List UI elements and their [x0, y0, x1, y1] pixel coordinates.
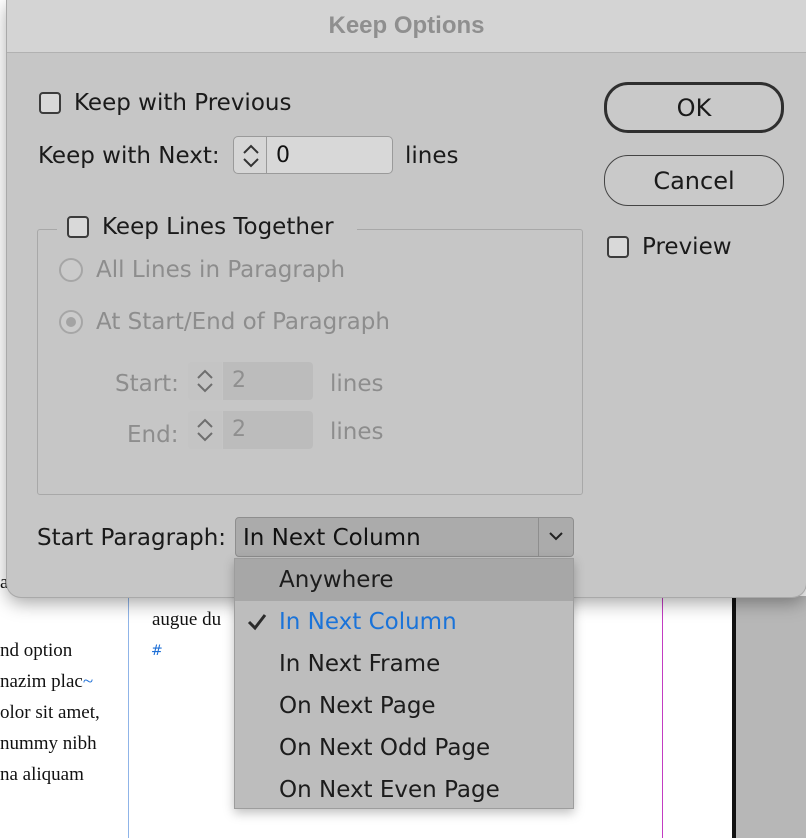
menu-item-in-next-frame[interactable]: In Next Frame: [235, 643, 573, 685]
menu-item-in-next-column[interactable]: In Next Column: [235, 601, 573, 643]
menu-item-label: In Next Column: [279, 609, 457, 635]
all-lines-label: All Lines in Paragraph: [96, 257, 346, 283]
start-lines-input[interactable]: 2: [223, 362, 313, 400]
keep-lines-together-label: Keep Lines Together: [102, 214, 334, 240]
keep-with-next-stepper[interactable]: [233, 136, 267, 174]
chevron-down-icon: [549, 532, 563, 541]
hidden-char-hash: #: [151, 643, 163, 659]
radio-selected-dot: [66, 317, 76, 327]
stepper-arrows-icon: [197, 418, 213, 442]
keep-options-dialog: Keep Options Keep with Previous Keep wit…: [7, 0, 806, 597]
start-lines-stepper[interactable]: [188, 362, 222, 400]
keep-with-previous-checkbox[interactable]: [39, 92, 61, 114]
menu-item-label: On Next Odd Page: [279, 735, 491, 761]
dialog-titlebar[interactable]: Keep Options: [7, 0, 806, 53]
menu-item-on-next-even-page[interactable]: On Next Even Page: [235, 769, 573, 811]
menu-item-label: Anywhere: [279, 567, 394, 593]
column-guide-left: [128, 596, 129, 838]
dialog-title: Keep Options: [328, 12, 485, 39]
stepper-arrows-icon: [243, 144, 259, 168]
keep-with-previous-label: Keep with Previous: [74, 90, 292, 116]
start-end-label: At Start/End of Paragraph: [96, 309, 390, 335]
preview-label: Preview: [642, 234, 732, 260]
end-lines-label: End:: [127, 422, 179, 448]
doc-text-line: augue du: [152, 609, 222, 630]
menu-item-label: In Next Frame: [279, 651, 441, 677]
ok-button[interactable]: OK: [604, 82, 784, 133]
start-paragraph-select[interactable]: In Next Column: [235, 517, 574, 557]
keep-with-next-input[interactable]: 0: [267, 136, 393, 174]
keep-with-next-label: Keep with Next:: [38, 143, 220, 169]
start-lines-label: Start:: [115, 371, 179, 397]
menu-item-anywhere[interactable]: Anywhere: [235, 559, 573, 601]
pasteboard-edge: [732, 596, 806, 838]
start-paragraph-menu: Anywhere In Next Column In Next Frame On…: [234, 558, 574, 809]
menu-item-on-next-page[interactable]: On Next Page: [235, 685, 573, 727]
keep-lines-together-checkbox[interactable]: [67, 216, 89, 238]
doc-text-line: na aliquam: [0, 764, 84, 785]
end-lines-stepper[interactable]: [188, 411, 222, 449]
menu-item-label: On Next Page: [279, 693, 436, 719]
start-paragraph-value: In Next Column: [243, 525, 421, 551]
all-lines-radio[interactable]: [59, 258, 83, 282]
menu-item-label: On Next Even Page: [279, 777, 500, 803]
cancel-button[interactable]: Cancel: [604, 155, 784, 206]
end-lines-input[interactable]: 2: [223, 411, 313, 449]
stepper-arrows-icon: [197, 369, 213, 393]
start-end-radio[interactable]: [59, 310, 83, 334]
checkmark-icon: [247, 614, 267, 631]
doc-text-line: nd option: [0, 640, 73, 661]
doc-text-line: nummy nibh: [0, 733, 97, 754]
preview-checkbox[interactable]: [607, 236, 629, 258]
select-toggle[interactable]: [538, 518, 573, 556]
start-paragraph-label: Start Paragraph:: [37, 525, 227, 551]
keep-with-next-unit: lines: [405, 143, 459, 169]
menu-item-on-next-odd-page[interactable]: On Next Odd Page: [235, 727, 573, 769]
margin-guide-right: [662, 596, 663, 838]
doc-text-line: nazim plac~: [0, 671, 94, 692]
end-lines-unit: lines: [330, 419, 384, 445]
doc-text-line: olor sit amet,: [0, 702, 100, 723]
start-lines-unit: lines: [330, 371, 384, 397]
